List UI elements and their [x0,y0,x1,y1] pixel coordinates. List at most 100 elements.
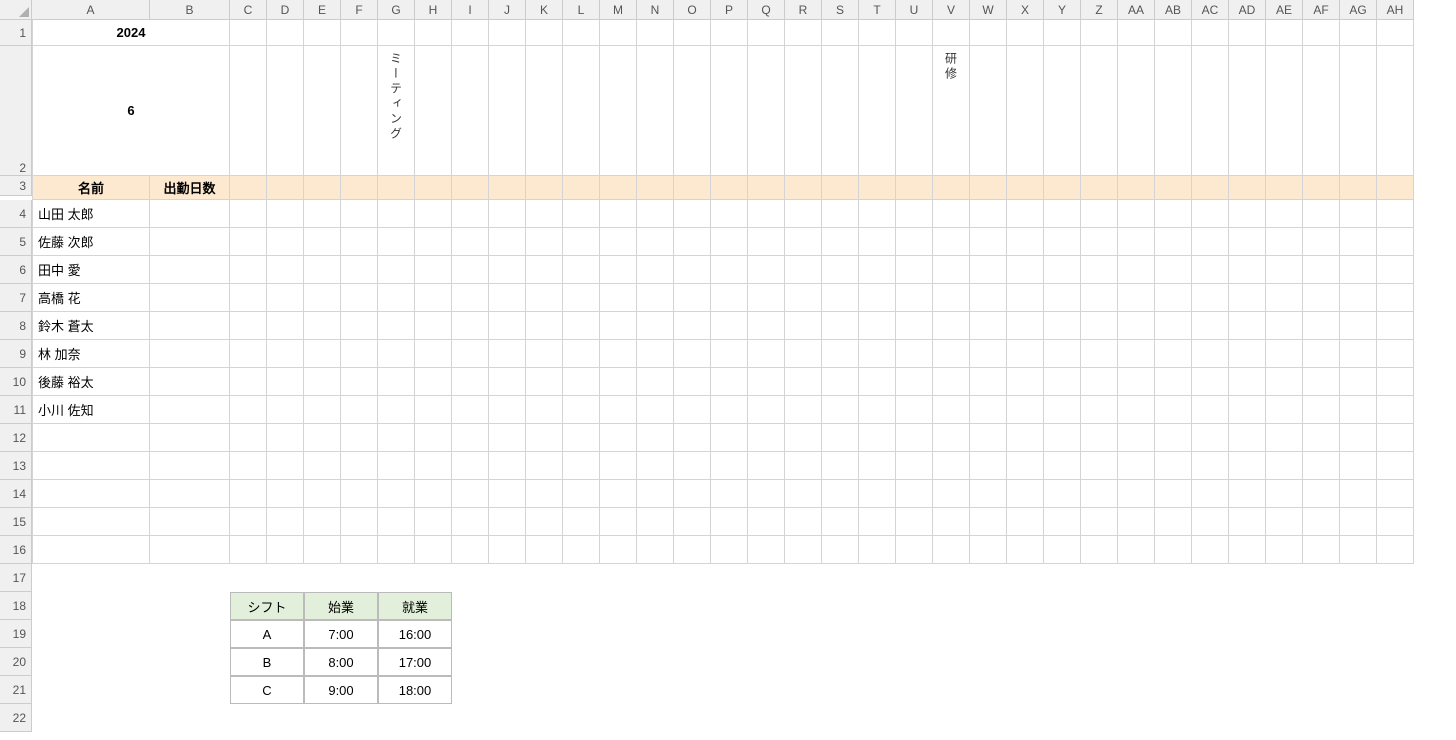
cell[interactable] [785,452,822,480]
cell[interactable] [1007,368,1044,396]
cell[interactable] [563,508,600,536]
cell[interactable] [267,536,304,564]
cell[interactable] [230,312,267,340]
cell[interactable] [748,228,785,256]
cell[interactable] [304,312,341,340]
cell[interactable] [230,228,267,256]
cell[interactable] [785,508,822,536]
cell[interactable] [1229,20,1266,46]
cell[interactable] [341,340,378,368]
row-header[interactable]: 9 [0,340,32,368]
cell[interactable] [785,536,822,564]
cell[interactable] [489,452,526,480]
col-header[interactable]: W [970,0,1007,20]
cell[interactable] [563,536,600,564]
cell[interactable] [600,46,637,176]
cell[interactable] [526,340,563,368]
cell[interactable] [1340,508,1377,536]
cell[interactable] [304,284,341,312]
cell[interactable] [452,256,489,284]
cell[interactable] [933,368,970,396]
cell[interactable] [1118,424,1155,452]
cell[interactable] [1081,46,1118,176]
col-header[interactable]: AH [1377,0,1414,20]
cell[interactable] [933,228,970,256]
col-header[interactable]: N [637,0,674,20]
cell[interactable] [452,676,1414,704]
cell[interactable] [526,536,563,564]
cell[interactable] [526,312,563,340]
cell[interactable] [304,228,341,256]
cell[interactable] [1155,20,1192,46]
cell[interactable] [1340,396,1377,424]
cell[interactable] [1229,46,1266,176]
cell[interactable] [32,424,150,452]
cell[interactable] [1081,480,1118,508]
header-cell[interactable] [1118,176,1155,200]
cell[interactable] [785,340,822,368]
cell[interactable] [1229,312,1266,340]
cell[interactable] [896,200,933,228]
cell[interactable] [452,620,1414,648]
cell[interactable] [526,480,563,508]
cell[interactable] [600,200,637,228]
cell[interactable] [1303,424,1340,452]
col-header[interactable]: G [378,0,415,20]
shift-cell[interactable]: A [230,620,304,648]
row-header[interactable]: 17 [0,564,32,592]
cell[interactable] [1266,424,1303,452]
header-cell[interactable] [859,176,896,200]
cell[interactable] [674,368,711,396]
cell[interactable] [859,20,896,46]
cell[interactable] [822,424,859,452]
cell[interactable] [415,228,452,256]
cell[interactable] [1340,424,1377,452]
cell[interactable] [822,368,859,396]
cell[interactable] [267,452,304,480]
cell[interactable] [1118,284,1155,312]
cell[interactable] [748,452,785,480]
col-header[interactable]: P [711,0,748,20]
row-header[interactable]: 19 [0,620,32,648]
cell[interactable] [1007,424,1044,452]
cell[interactable] [859,452,896,480]
cell[interactable] [1229,368,1266,396]
header-cell[interactable] [526,176,563,200]
cell[interactable] [748,312,785,340]
cell[interactable] [785,200,822,228]
cell[interactable] [378,340,415,368]
cell[interactable] [711,20,748,46]
cell[interactable] [711,508,748,536]
shift-header[interactable]: 始業 [304,592,378,620]
header-cell[interactable] [674,176,711,200]
cell[interactable] [1303,200,1340,228]
cell[interactable] [1229,452,1266,480]
cell[interactable] [970,536,1007,564]
cell[interactable] [1155,480,1192,508]
cell[interactable] [896,396,933,424]
cell[interactable] [970,284,1007,312]
cell[interactable] [1266,508,1303,536]
cell[interactable] [970,46,1007,176]
cell[interactable] [489,228,526,256]
cell[interactable] [32,676,230,704]
cell[interactable] [378,256,415,284]
cell[interactable] [341,424,378,452]
cell[interactable] [822,312,859,340]
cell[interactable] [600,228,637,256]
cell[interactable] [415,284,452,312]
header-cell[interactable] [230,176,267,200]
header-cell[interactable] [415,176,452,200]
cell[interactable] [600,480,637,508]
cell[interactable] [304,536,341,564]
cell[interactable] [415,312,452,340]
cell[interactable] [896,284,933,312]
shift-cell[interactable]: 17:00 [378,648,452,676]
spreadsheet-grid[interactable]: A B C D E F G H I J K L M N O P Q R S T … [0,0,1456,732]
cell[interactable] [1155,200,1192,228]
cell[interactable] [1155,284,1192,312]
cell[interactable] [674,508,711,536]
cell[interactable] [970,452,1007,480]
cell[interactable] [859,200,896,228]
cell[interactable] [785,312,822,340]
